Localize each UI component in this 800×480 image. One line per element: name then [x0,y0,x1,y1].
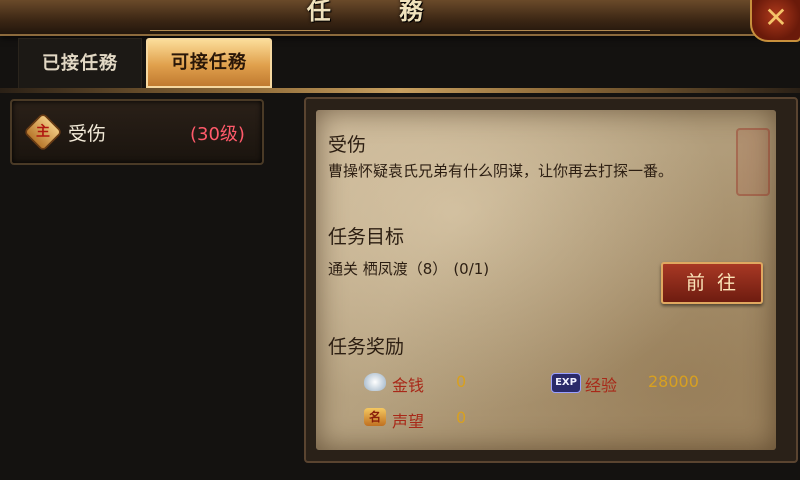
tab-divider [0,88,800,93]
goal-text: 通关 栖凤渡（8） [328,260,448,278]
exp-label: 经验 [585,376,618,395]
exp-value: 28000 [648,372,699,391]
goal-row: 通关 栖凤渡（8） (0/1) [328,258,489,279]
main-quest-badge-icon: 主 [23,112,63,152]
goal-heading: 任务目标 [328,226,405,248]
gold-label: 金钱 [392,376,425,395]
fame-icon: 名 [364,408,386,426]
fame-value: 0 [456,408,467,427]
tab-available-quests[interactable]: 可接任務 [146,38,272,88]
go-button[interactable]: 前往 [661,262,763,304]
quest-description: 曹操怀疑袁氏兄弟有什么阴谋，让你再去打探一番。 [328,162,674,180]
goal-progress: (0/1) [453,260,490,278]
quest-item-name: 受伤 [68,123,107,145]
reward-heading: 任务奖励 [328,336,405,358]
quest-item-level: (30级) [190,124,245,145]
quest-list-item[interactable]: 主 受伤 (30级) [10,99,264,165]
fame-label: 声望 [392,412,425,431]
tab-accepted-quests[interactable]: 已接任務 [18,38,142,90]
quest-title: 受伤 [328,134,367,156]
gold-value: 0 [456,372,467,391]
quest-badge-label: 主 [36,123,50,141]
silver-ingot-icon [364,373,386,391]
close-button[interactable]: ✕ [750,0,800,42]
exp-icon: EXP [551,373,581,393]
window-title: 任 務 [306,0,454,25]
title-ornament-right [470,0,650,31]
seal-stamp [736,128,770,196]
